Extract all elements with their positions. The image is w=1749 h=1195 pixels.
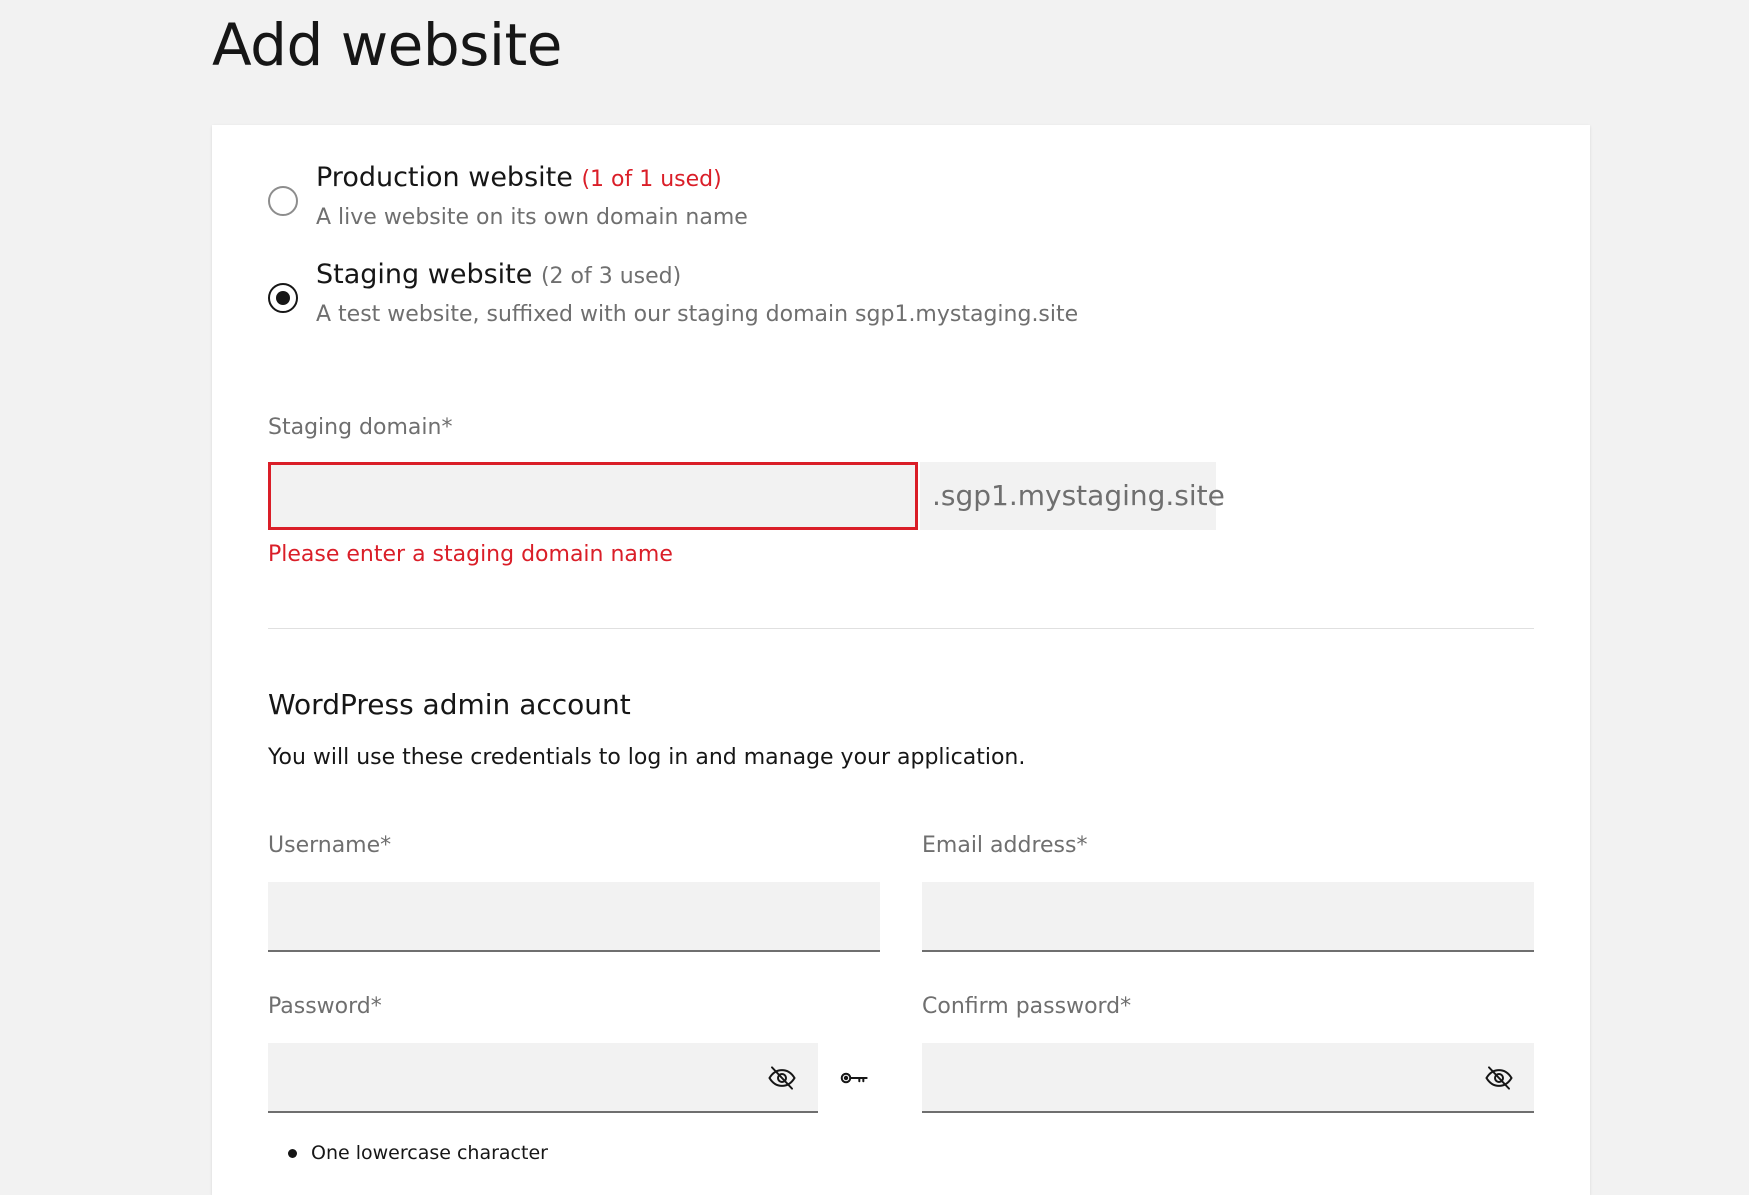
eye-off-icon[interactable] xyxy=(1481,1060,1517,1096)
radio-staging-description: A test website, suffixed with our stagin… xyxy=(316,302,1079,327)
radio-staging-website[interactable]: Staging website (2 of 3 used) A test web… xyxy=(268,257,1078,331)
radio-production-usage: (1 of 1 used) xyxy=(581,167,722,192)
confirm-password-label: Confirm password* xyxy=(922,994,1132,1019)
radio-production-description: A live website on its own domain name xyxy=(316,205,748,230)
password-input[interactable] xyxy=(268,1043,818,1113)
radio-staging-title-line: Staging website (2 of 3 used) xyxy=(316,257,1078,295)
radio-production-title: Production website xyxy=(316,162,573,193)
username-label: Username* xyxy=(268,833,392,858)
eye-off-icon[interactable] xyxy=(764,1060,800,1096)
radio-production-title-line: Production website (1 of 1 used) xyxy=(316,160,748,198)
confirm-password-input[interactable] xyxy=(922,1043,1534,1113)
radio-button-production[interactable] xyxy=(268,186,298,216)
radio-selected-dot xyxy=(276,291,290,305)
radio-staging-title: Staging website xyxy=(316,259,533,290)
section-divider xyxy=(268,628,1534,629)
staging-domain-input[interactable] xyxy=(268,462,918,530)
admin-account-description: You will use these credentials to log in… xyxy=(268,745,1026,770)
password-requirement-item: One lowercase character xyxy=(288,1140,548,1166)
bullet-icon xyxy=(288,1148,297,1158)
email-label: Email address* xyxy=(922,833,1088,858)
password-requirement-text: One lowercase character xyxy=(311,1142,548,1164)
staging-domain-suffix: .sgp1.mystaging.site xyxy=(920,462,1225,530)
staging-domain-label: Staging domain* xyxy=(268,415,453,440)
key-icon[interactable] xyxy=(836,1060,872,1096)
username-input[interactable] xyxy=(268,882,880,952)
radio-button-staging[interactable] xyxy=(268,283,298,313)
radio-production-website[interactable]: Production website (1 of 1 used) A live … xyxy=(268,160,748,234)
page-title: Add website xyxy=(212,11,562,79)
radio-staging-usage: (2 of 3 used) xyxy=(540,264,682,289)
password-label: Password* xyxy=(268,994,382,1019)
email-input[interactable] xyxy=(922,882,1534,952)
add-website-form-card: Production website (1 of 1 used) A live … xyxy=(212,125,1590,1195)
staging-domain-error: Please enter a staging domain name xyxy=(268,542,673,567)
admin-account-title: WordPress admin account xyxy=(268,688,631,721)
radio-production-text: Production website (1 of 1 used) A live … xyxy=(316,160,748,234)
radio-staging-text: Staging website (2 of 3 used) A test web… xyxy=(316,257,1078,331)
